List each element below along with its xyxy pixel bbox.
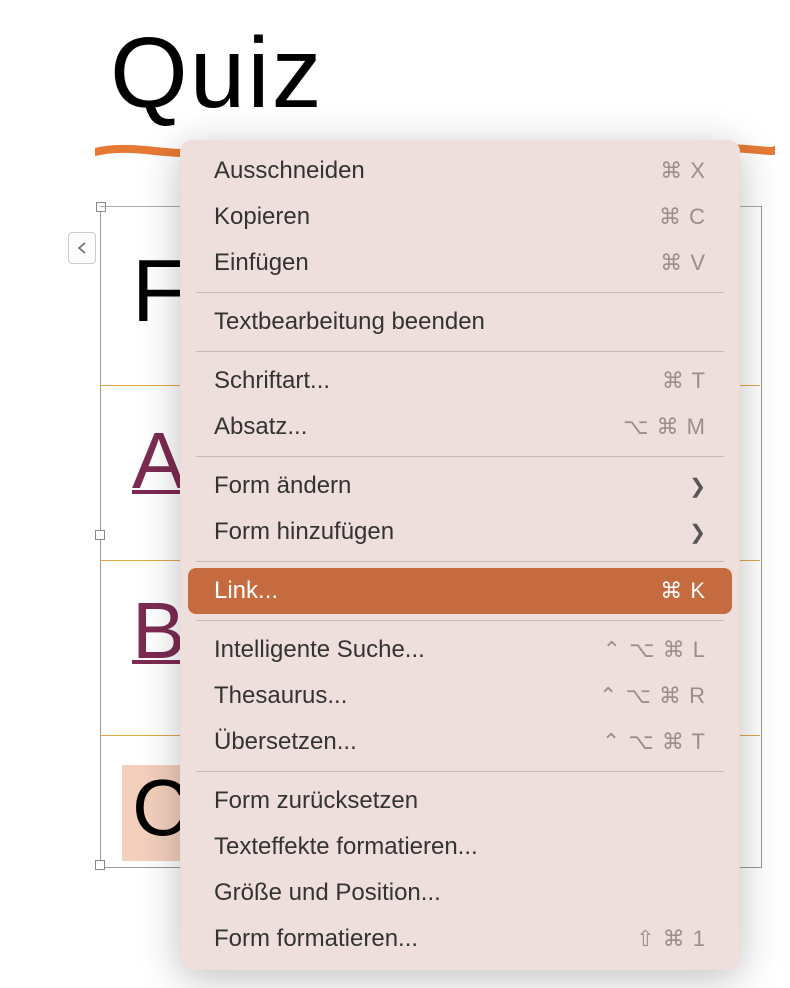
menu-label: Intelligente Suche... [214, 636, 425, 664]
menu-separator [196, 620, 724, 621]
chevron-right-icon: ❯ [689, 520, 706, 545]
menu-size-position[interactable]: Größe und Position... [188, 870, 732, 916]
menu-font[interactable]: Schriftart... ⌘ T [188, 358, 732, 404]
menu-end-text-editing[interactable]: Textbearbeitung beenden [188, 299, 732, 345]
menu-copy[interactable]: Kopieren ⌘ C [188, 194, 732, 240]
answer-a[interactable]: A [132, 415, 185, 507]
menu-label: Form zurücksetzen [214, 787, 418, 815]
context-menu: Ausschneiden⌘ X Kopieren⌘ C Einfügen⌘ V … [180, 140, 740, 970]
menu-label: Form formatieren... [214, 925, 418, 953]
menu-label: Form ändern [214, 472, 351, 500]
shortcut: ⌃ ⌥ ⌘ T [602, 729, 706, 755]
menu-label: Ausschneiden [214, 157, 365, 185]
menu-label: Form hinzufügen [214, 518, 394, 546]
menu-cut[interactable]: Ausschneiden ⌘ X [188, 148, 732, 194]
menu-separator [196, 456, 724, 457]
page-title: Quiz [110, 16, 324, 131]
menu-reset-shape[interactable]: Form zurücksetzen [188, 778, 732, 824]
menu-label: Textbearbeitung beenden [214, 308, 485, 336]
shortcut: ⌘ V [660, 250, 706, 276]
menu-label: Kopieren [214, 203, 310, 231]
menu-label: Übersetzen... [214, 728, 357, 756]
resize-handle[interactable] [95, 860, 105, 870]
menu-label: Absatz... [214, 413, 307, 441]
menu-format-shape[interactable]: Form formatieren... ⇧ ⌘ 1 [188, 916, 732, 962]
menu-separator [196, 771, 724, 772]
menu-add-shape[interactable]: Form hinzufügen ❯ [188, 509, 732, 555]
menu-label: Einfügen [214, 249, 309, 277]
menu-label: Link... [214, 577, 278, 605]
chevron-right-icon: ❯ [689, 474, 706, 499]
menu-label: Texteffekte formatieren... [214, 833, 478, 861]
menu-thesaurus[interactable]: Thesaurus... ⌃ ⌥ ⌘ R [188, 673, 732, 719]
menu-separator [196, 561, 724, 562]
menu-smart-lookup[interactable]: Intelligente Suche... ⌃ ⌥ ⌘ L [188, 627, 732, 673]
shortcut: ⌥ ⌘ M [623, 414, 706, 440]
menu-paragraph[interactable]: Absatz... ⌥ ⌘ M [188, 404, 732, 450]
shortcut: ⌘ T [662, 368, 706, 394]
menu-separator [196, 351, 724, 352]
menu-change-shape[interactable]: Form ändern ❯ [188, 463, 732, 509]
question-letter: F [132, 240, 186, 342]
shortcut: ⌃ ⌥ ⌘ L [603, 637, 706, 663]
shortcut: ⌘ X [660, 158, 706, 184]
resize-handle[interactable] [95, 530, 105, 540]
answer-b[interactable]: B [132, 585, 185, 677]
menu-label: Größe und Position... [214, 879, 441, 907]
shortcut: ⌘ K [660, 578, 706, 604]
overflow-indicator[interactable] [68, 232, 96, 264]
menu-label: Thesaurus... [214, 682, 347, 710]
shortcut: ⌃ ⌥ ⌘ R [599, 683, 706, 709]
shortcut: ⇧ ⌘ 1 [636, 926, 706, 952]
menu-label: Schriftart... [214, 367, 330, 395]
menu-link[interactable]: Link... ⌘ K [188, 568, 732, 614]
menu-translate[interactable]: Übersetzen... ⌃ ⌥ ⌘ T [188, 719, 732, 765]
menu-format-text-effects[interactable]: Texteffekte formatieren... [188, 824, 732, 870]
shortcut: ⌘ C [659, 204, 706, 230]
menu-paste[interactable]: Einfügen ⌘ V [188, 240, 732, 286]
menu-separator [196, 292, 724, 293]
